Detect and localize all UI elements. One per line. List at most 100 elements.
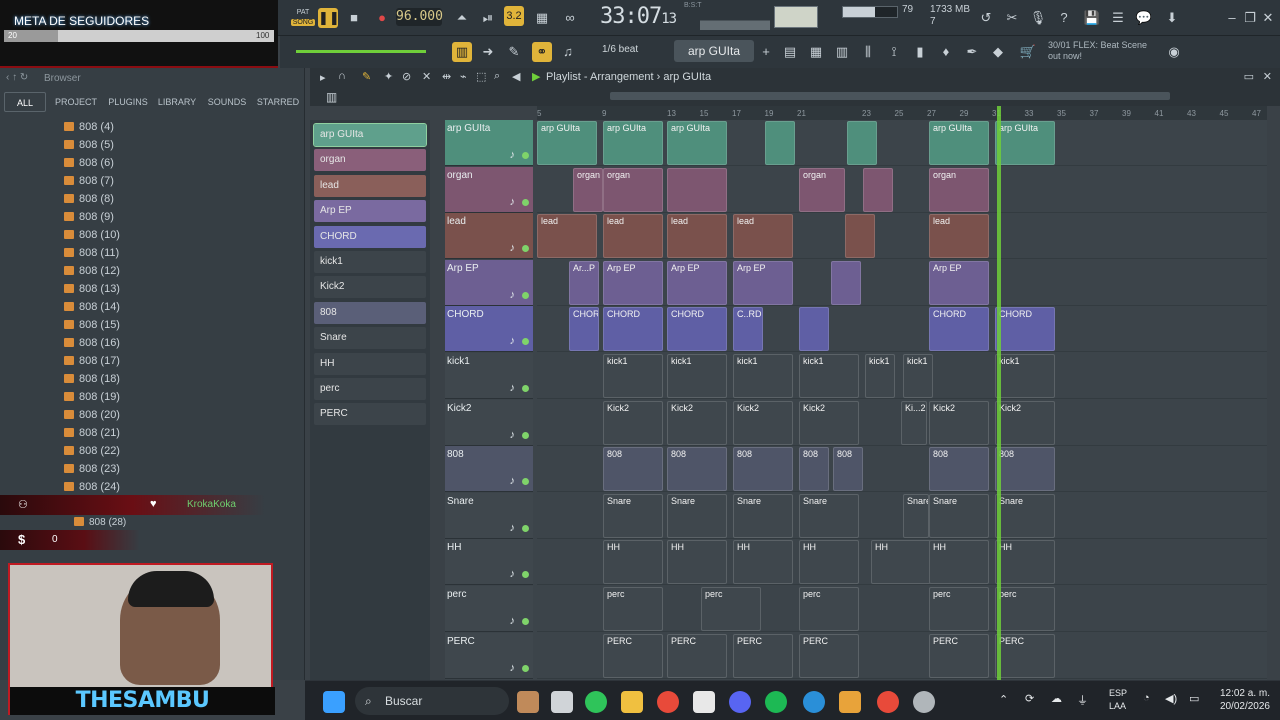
browser-item[interactable]: 808 (13) (64, 280, 120, 298)
stamp-icon[interactable]: ◆ (988, 42, 1008, 62)
select-tool-icon[interactable]: ⬚ (476, 70, 486, 83)
track-mute-led[interactable] (522, 478, 529, 486)
pattern-clip[interactable]: HH (995, 540, 1055, 585)
browser-item[interactable]: 808 (23) (64, 460, 120, 478)
help-icon[interactable]: ? (1054, 8, 1074, 28)
pattern-clip[interactable]: Kick2 (799, 400, 859, 445)
wait-icon[interactable]: ⏯ (478, 8, 498, 28)
pattern-clip[interactable]: 808 (833, 447, 863, 492)
pattern-clip[interactable]: kick1 (667, 354, 727, 398)
pattern-clip[interactable]: Kick2 (733, 400, 793, 445)
cart-icon[interactable]: 🛒 (1018, 42, 1038, 62)
loop-record-icon[interactable]: ∞ (560, 8, 580, 28)
bell-icon[interactable]: ♫ (558, 42, 578, 62)
stop-icon[interactable]: ■ (344, 8, 364, 28)
pattern-clip[interactable]: PERC (667, 633, 727, 678)
pattern-clip[interactable]: 808 (799, 447, 829, 492)
pattern-clip[interactable]: Snare (799, 493, 859, 538)
mute-tool-icon[interactable]: ✕ (422, 70, 431, 83)
pattern-clip[interactable]: arp GUIta (995, 121, 1055, 165)
browser-item[interactable]: 808 (6) (64, 154, 114, 172)
keyboard-icon[interactable]: ▥ (452, 42, 472, 62)
pattern-clip[interactable]: PERC (799, 633, 859, 678)
store-icon[interactable] (693, 691, 715, 713)
pattern-clip[interactable]: perc (995, 587, 1055, 631)
pattern-clip[interactable]: PERC (733, 633, 793, 678)
browser-item[interactable]: 808 (17) (64, 352, 120, 370)
track-lane[interactable]: perc perc perc perc perc (537, 586, 1267, 632)
pattern-clip[interactable]: Snare (603, 493, 663, 538)
pattern-grid-icon[interactable]: ▥ (326, 90, 337, 104)
pattern-clip[interactable]: perc (701, 587, 761, 631)
browser-item[interactable]: 808 (11) (64, 244, 119, 262)
playback-tool-icon[interactable]: ◀ (512, 70, 520, 83)
volume-icon[interactable]: ◀) (1165, 692, 1177, 705)
tray-chevron-icon[interactable]: ⌃ (999, 693, 1008, 706)
pattern-clip[interactable]: lead (733, 214, 793, 259)
pattern-clip[interactable]: Snare (733, 493, 793, 538)
pattern-clip[interactable] (845, 214, 875, 259)
track-lane[interactable]: CHORDCHORDCHORDC..RDCHORDCHORD (537, 306, 1267, 353)
chat-icon[interactable]: 💬 (1134, 8, 1154, 28)
pattern-clip[interactable] (831, 260, 861, 305)
news-hint[interactable]: 30/01 FLEX: Beat Scene out now! (1048, 40, 1168, 62)
browser-item[interactable]: 808 (5) (64, 136, 114, 154)
tray-sync-icon[interactable]: ⟳ (1025, 692, 1034, 705)
pattern-clip[interactable] (863, 167, 893, 212)
pattern-item[interactable]: CHORD (314, 225, 426, 248)
undo-icon[interactable]: ↺ (976, 8, 996, 28)
browser-item[interactable]: 808 (15) (64, 316, 120, 334)
pattern-clip[interactable]: HH (733, 540, 793, 585)
pattern-item[interactable]: Kick2 (314, 276, 426, 299)
slip-tool-icon[interactable]: ⇹ (442, 70, 451, 83)
browser-nav-icon[interactable]: ‹ ↑ ↻ (6, 72, 28, 83)
pattern-clip[interactable]: Arp EP (603, 260, 663, 305)
chrome-icon[interactable] (657, 691, 679, 713)
pattern-clip[interactable] (667, 167, 727, 212)
pattern-clip[interactable]: kick1 (733, 354, 793, 398)
tray-mic-icon[interactable]: ⏚ (1077, 692, 1088, 708)
mic-icon[interactable]: 🎙 (1028, 8, 1048, 28)
metronome-icon[interactable]: ⏶ (452, 8, 472, 28)
track-header[interactable]: Kick2 ♪ (445, 399, 533, 446)
pattern-clip[interactable]: kick1 (903, 354, 933, 398)
track-mute-led[interactable] (522, 664, 529, 672)
obs-icon[interactable] (913, 691, 935, 713)
step-edit-icon[interactable]: ▦ (532, 8, 552, 28)
track-mute-led[interactable] (522, 571, 529, 579)
pattern-clip[interactable] (847, 121, 877, 165)
browser-item[interactable]: 808 (9) (64, 208, 114, 226)
discord-icon[interactable] (729, 691, 751, 713)
search-box[interactable]: ⌕ Buscar (355, 687, 509, 715)
pattern-clip[interactable]: Kick2 (995, 400, 1055, 445)
pattern-clip[interactable]: PERC (929, 633, 989, 678)
chrome-2-icon[interactable] (877, 691, 899, 713)
widget-icon[interactable] (517, 691, 539, 713)
plugin-picker-icon[interactable]: ♦ (936, 42, 956, 62)
pattern-clip[interactable]: Arp EP (733, 260, 793, 305)
pattern-item[interactable]: 808 (314, 301, 426, 324)
minimize-icon[interactable]: – (1222, 8, 1242, 28)
track-header[interactable]: CHORD ♪ (445, 306, 533, 353)
cut-icon[interactable]: ✂ (1002, 8, 1022, 28)
track-header[interactable]: perc ♪ (445, 586, 533, 632)
pattern-clip[interactable]: 808 (603, 447, 663, 492)
pattern-clip[interactable]: Ki...2 (901, 400, 927, 445)
file-explorer-icon[interactable] (621, 691, 643, 713)
pattern-item[interactable]: lead (314, 174, 426, 197)
track-lane[interactable]: lead lead lead lead lead (537, 213, 1267, 260)
pattern-clip[interactable]: C..RD (733, 307, 763, 352)
pattern-clip[interactable]: perc (799, 587, 859, 631)
track-header[interactable]: kick1 ♪ (445, 353, 533, 399)
pattern-clip[interactable]: arp GUIta (603, 121, 663, 165)
tab-sounds[interactable]: SOUNDS (206, 92, 248, 112)
pattern-clip[interactable]: lead (537, 214, 597, 259)
system-clock[interactable]: 12:02 a. m. 20/02/2026 (1220, 687, 1270, 713)
pattern-clip[interactable]: Ar...P (569, 260, 599, 305)
browser-item[interactable]: 808 (16) (64, 334, 120, 352)
track-mute-led[interactable] (522, 431, 529, 439)
mixer-view-icon[interactable]: ⫼ (858, 42, 878, 62)
link-icon[interactable]: ⚭ (532, 42, 552, 62)
save-icon[interactable]: 💾 (1082, 8, 1102, 28)
track-lane[interactable]: Snare Snare Snare Snare Snare Snare Snare (537, 493, 1267, 539)
